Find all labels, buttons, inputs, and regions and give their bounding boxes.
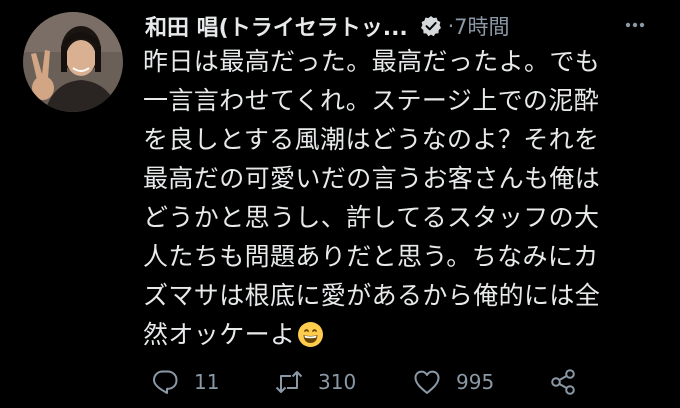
retweet-count: 310 [318, 370, 357, 394]
share-button[interactable] [548, 364, 578, 400]
tweet-timestamp[interactable]: 7時間 [454, 11, 509, 41]
retweet-icon [274, 367, 304, 397]
tweet-text-line: 一言言わせてくれ。ステージ上での泥酔 [143, 86, 600, 115]
tweet-text-line: どうかと思うし、許してるスタッフの大 [143, 203, 600, 232]
heart-icon [412, 367, 442, 397]
avatar[interactable] [23, 12, 123, 112]
tweet-text-line: を良しとする風潮はどうなのよ？それを [143, 125, 600, 154]
tweet-text-line: ズマサは根底に愛があるから俺的には全 [143, 281, 601, 310]
tweet-text-line: 然オッケーよ [143, 320, 296, 349]
like-button[interactable]: 995 [412, 364, 494, 400]
author-display-name[interactable]: 和田 唱(トライセラトッ... [145, 10, 408, 42]
share-icon [548, 367, 578, 397]
tweet-text-line: 人たちも問題ありだと思う。ちなみにカ [143, 242, 599, 271]
reply-button[interactable]: 11 [150, 364, 219, 400]
more-options-icon[interactable] [620, 10, 650, 40]
tweet-text-last-line: 然オッケーよ [143, 315, 673, 354]
like-count: 995 [456, 370, 495, 394]
verified-badge-icon [420, 15, 442, 37]
tweet-text: 昨日は最高だった。最高だったよ。でも 一言言わせてくれ。ステージ上での泥酔 を良… [143, 42, 673, 354]
reply-count: 11 [194, 370, 220, 394]
tweet-header: 和田 唱(トライセラトッ... · 7時間 [145, 8, 665, 44]
tweet[interactable]: 和田 唱(トライセラトッ... · 7時間 昨日は最高だった。最高だったよ。でも… [0, 0, 680, 408]
grinning-face-emoji [297, 320, 324, 347]
tweet-text-line: 最高だの可愛いだの言うお客さんも俺は [143, 164, 601, 193]
tweet-text-line: 昨日は最高だった。最高だったよ。でも [143, 47, 601, 76]
reply-icon [150, 367, 180, 397]
retweet-button[interactable]: 310 [274, 364, 356, 400]
tweet-actions: 11 310 995 [150, 364, 670, 404]
user-avatar-photo [23, 12, 123, 112]
